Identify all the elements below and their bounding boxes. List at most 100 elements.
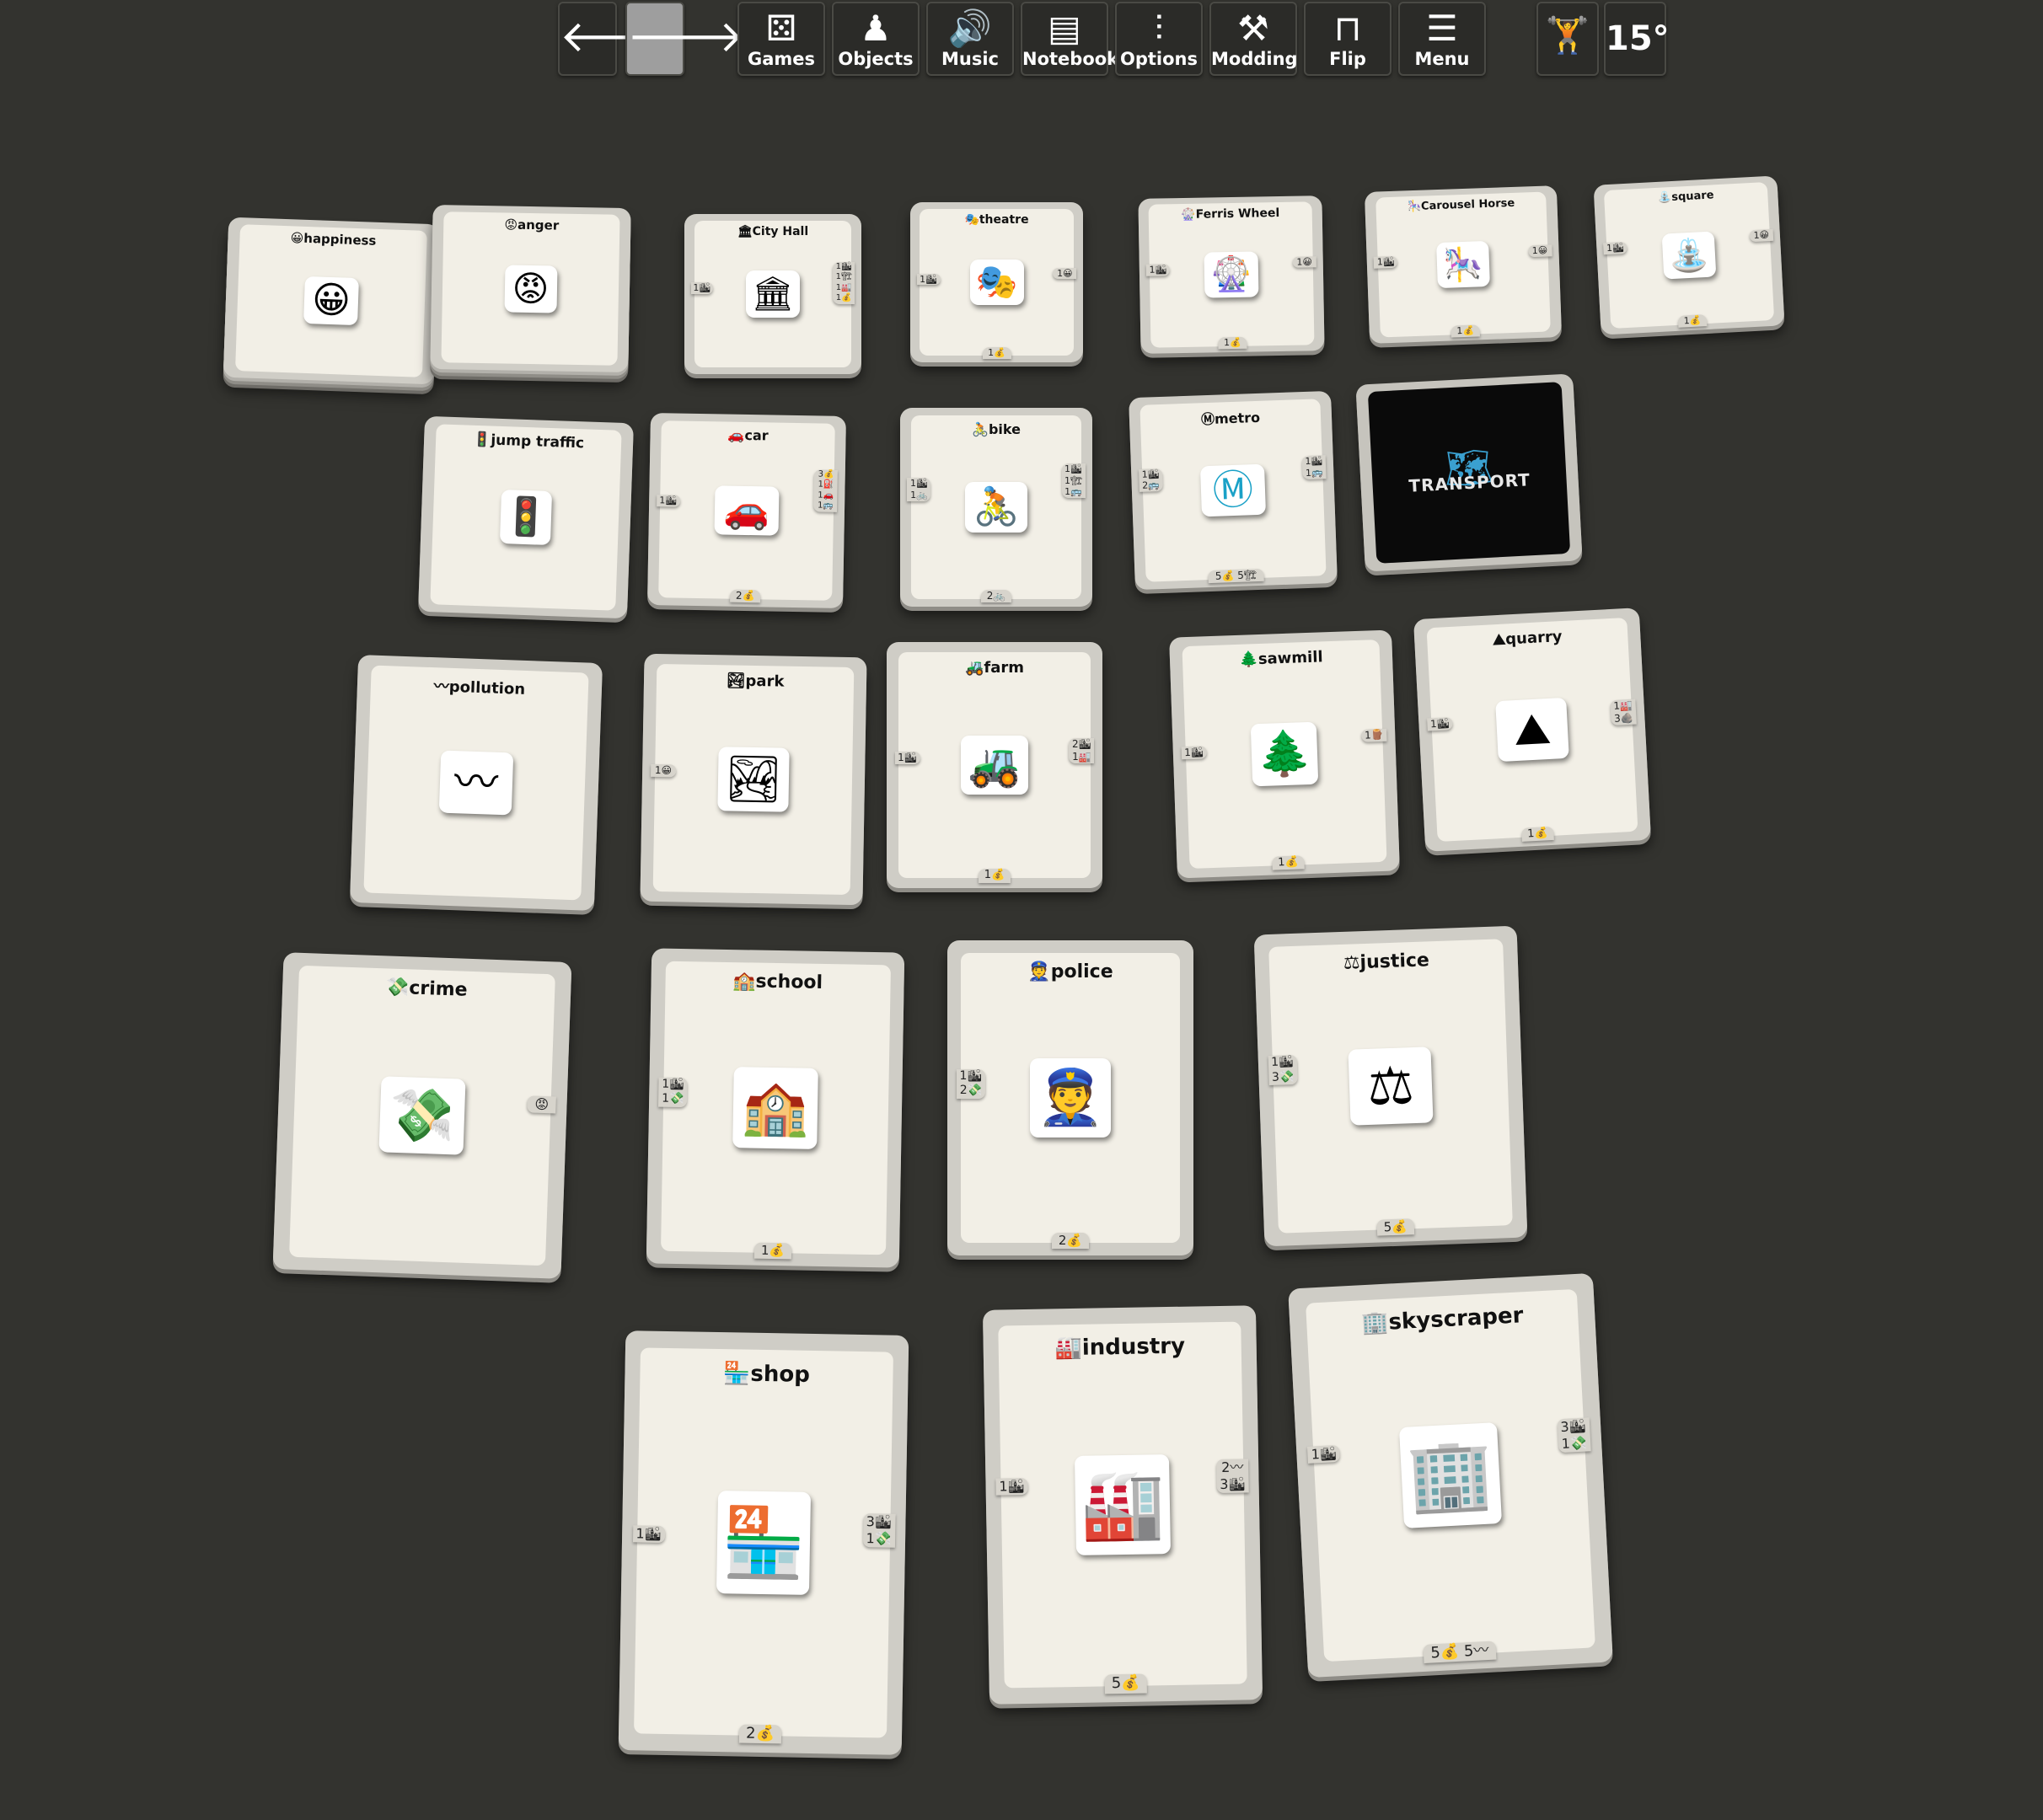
- cost-tab: 2💰: [1052, 1233, 1089, 1249]
- card-face: ⛰quarry ⛰ 1🏙 1🏭 3🪨 1💰: [1426, 617, 1638, 843]
- angry-face-icon: 😡: [504, 264, 557, 313]
- card-city-hall[interactable]: 🏛City Hall 🏛 1🏙 1🏙 1🏗 1🏭 1💰: [684, 214, 861, 374]
- card-face: 🏢skyscraper 🏢 1🏙 3🏙 1💸 5💰 5〰: [1306, 1289, 1595, 1663]
- forward-button[interactable]: 🡒: [625, 2, 744, 76]
- modding-label: Modding: [1211, 49, 1298, 69]
- menu-button[interactable]: ☰ Menu: [1398, 2, 1486, 76]
- games-button[interactable]: ⚄ Games: [737, 2, 825, 76]
- card-face: 🚴bike 🚴 1🏙 1🚲 1🏙 1🏗 1🚌 2🚲: [907, 415, 1086, 602]
- happy-face-icon: 😀: [303, 276, 359, 326]
- input-tab: 1🏙 2💸: [956, 1068, 985, 1099]
- card-school[interactable]: 🏫school 🏫 1🏙 1💸 1💰: [646, 948, 905, 1268]
- card-square[interactable]: ⛲square ⛲ 1🏙 1😀 1💰: [1593, 175, 1785, 335]
- cost-tab: 1💰: [1677, 314, 1708, 328]
- pawn-icon: ♟: [860, 8, 892, 49]
- card-title: 🚴bike: [972, 420, 1021, 437]
- table-icon: ⊓: [1333, 8, 1362, 49]
- fountain-icon: ⛲: [1661, 231, 1717, 280]
- notebook-button[interactable]: ▤ Notebook: [1021, 2, 1118, 76]
- card-face: 🚜farm 🚜 1🏙 2🏙 1🏭 1💰: [894, 651, 1095, 883]
- card-title: 🎭theatre: [964, 212, 1029, 227]
- card-theatre[interactable]: 🎭theatre 🎭 1🏙 1😀 1💰: [910, 202, 1083, 362]
- ferris-wheel-icon: 🎡: [1204, 251, 1259, 298]
- card-back-transport[interactable]: 🗺 TRANSPORT: [1355, 373, 1583, 572]
- card-jump-traffic[interactable]: 🚦jump traffic 🚦: [418, 415, 634, 619]
- menu-label: Menu: [1414, 49, 1470, 69]
- cyclist-icon: 🚴: [965, 482, 1027, 533]
- input-tab: 1🏙: [995, 1477, 1028, 1496]
- notebook-icon: ▤: [1048, 8, 1081, 49]
- rotation-button[interactable]: 15°: [1604, 2, 1670, 76]
- card-happiness[interactable]: 😀happiness 😀: [223, 217, 440, 385]
- cost-tab: 5💰: [1376, 1218, 1415, 1236]
- output-tab: 😡: [527, 1095, 557, 1114]
- card-face: 👮police 👮 1🏙 2💸 2💰: [956, 952, 1180, 1249]
- pose-button[interactable]: 🏋: [1536, 2, 1599, 76]
- card-skyscraper[interactable]: 🏢skyscraper 🏢 1🏙 3🏙 1💸 5💰 5〰: [1288, 1272, 1613, 1678]
- music-button[interactable]: 🔊 Music: [926, 2, 1014, 76]
- card-ferris-wheel[interactable]: 🎡Ferris Wheel 🎡 1🏙 1😀 1💰: [1138, 195, 1325, 354]
- card-pollution[interactable]: 〰pollution 〰: [349, 655, 603, 911]
- national-park-icon: 🏞: [717, 747, 790, 812]
- output-tab: 2🏙 1🏭: [1069, 737, 1095, 763]
- money-wings-icon: 💸: [378, 1076, 466, 1155]
- output-tab: 1😀: [1749, 228, 1774, 242]
- card-police[interactable]: 👮police 👮 1🏙 2💸 2💰: [947, 940, 1193, 1255]
- card-face: 🌲sawmill 🌲 1🏙 1🪵 1💰: [1181, 640, 1388, 870]
- output-tab: 1😀: [1527, 244, 1552, 258]
- card-crime[interactable]: 💸crime 💸 😡: [272, 952, 572, 1279]
- card-metro[interactable]: Ⓜmetro Ⓜ 1🏙 2🚌 1🏙 1🚌 5💰 5🏗: [1129, 390, 1338, 591]
- card-park[interactable]: 🏞park 🏞 1😀: [640, 653, 867, 906]
- card-justice[interactable]: ⚖justice ⚖ 1🏙 3💸 5💰: [1253, 925, 1528, 1247]
- car-icon: 🚗: [714, 485, 780, 536]
- cost-tab: 2🚲: [981, 589, 1011, 602]
- card-face: ⚖justice ⚖ 1🏙 3💸 5💰: [1268, 939, 1513, 1236]
- options-button[interactable]: ⫶ Options: [1115, 2, 1203, 76]
- school-icon: 🏫: [732, 1067, 818, 1149]
- cost-tab: 5💰 5〰: [1423, 1641, 1497, 1663]
- card-anger[interactable]: 😡anger 😡: [430, 204, 631, 373]
- card-face: 🏞park 🏞 1😀: [650, 663, 855, 896]
- card-title: ⛲square: [1657, 189, 1714, 205]
- input-tab: 1🏙: [1427, 716, 1453, 731]
- card-title: 🏛City Hall: [737, 224, 809, 238]
- card-industry[interactable]: 🏭industry 🏭 1🏙 2〰 3🏙 5💰: [982, 1305, 1263, 1705]
- card-title: 🏪shop: [722, 1360, 811, 1388]
- weightlifter-icon: 🏋: [1545, 14, 1590, 56]
- card-title: 😀happiness: [290, 230, 377, 249]
- modding-button[interactable]: ⚒ Modding: [1209, 2, 1298, 76]
- input-tab: 1🏙: [1145, 264, 1171, 276]
- card-title: 🚗car: [727, 426, 769, 444]
- card-farm[interactable]: 🚜farm 🚜 1🏙 2🏙 1🏭 1💰: [887, 642, 1102, 888]
- card-title: ⚖justice: [1343, 950, 1430, 974]
- card-title: 👮police: [1027, 961, 1113, 983]
- waves-icon: 〰: [438, 750, 514, 816]
- card-face: 💸crime 💸 😡: [288, 965, 557, 1266]
- card-face: ⛲square ⛲ 1🏙 1😀 1💰: [1603, 182, 1775, 329]
- input-tab: 1🏙: [1307, 1445, 1341, 1464]
- police-officer-icon: 👮: [1030, 1058, 1111, 1138]
- card-face: Ⓜmetro Ⓜ 1🏙 2🚌 1🏙 1🚌 5💰 5🏗: [1138, 399, 1327, 584]
- office-building-icon: 🏢: [1398, 1422, 1503, 1528]
- output-tab: 3🏙 1💸: [1557, 1417, 1591, 1453]
- card-sawmill[interactable]: 🌲sawmill 🌲 1🏙 1🪵 1💰: [1169, 629, 1400, 879]
- card-title: Ⓜmetro: [1200, 410, 1261, 428]
- card-carousel-horse[interactable]: 🎠Carousel Horse 🎠 1🏙 1😀 1💰: [1364, 185, 1563, 344]
- traffic-light-icon: 🚦: [499, 489, 553, 546]
- card-shop[interactable]: 🏪shop 🏪 1🏙 3🏙 1💸 2💰: [618, 1330, 909, 1755]
- flip-button[interactable]: ⊓ Flip: [1304, 2, 1391, 76]
- objects-button[interactable]: ♟ Objects: [832, 2, 920, 76]
- output-tab: 2〰 3🏙: [1216, 1459, 1249, 1494]
- card-car[interactable]: 🚗car 🚗 1🏙 3💰 1⛽ 1🚗 1🚌 2💰: [647, 412, 846, 609]
- card-bike[interactable]: 🚴bike 🚴 1🏙 1🚲 1🏙 1🏗 1🚌 2🚲: [900, 408, 1092, 607]
- card-face: 🎠Carousel Horse 🎠 1🏙 1😀 1💰: [1374, 191, 1552, 338]
- cost-tab: 2💰: [738, 1724, 782, 1744]
- music-label: Music: [941, 49, 999, 69]
- input-tab: 1🏙: [894, 751, 920, 764]
- objects-label: Objects: [838, 49, 914, 69]
- back-button[interactable]: 🡐: [558, 2, 677, 76]
- card-quarry[interactable]: ⛰quarry ⛰ 1🏙 1🏭 3🪨 1💰: [1413, 608, 1652, 852]
- tractor-icon: 🚜: [961, 736, 1028, 795]
- output-tab: 1🏙 1🚌: [1301, 455, 1327, 479]
- cost-tab: 5💰 5🏗: [1208, 568, 1264, 584]
